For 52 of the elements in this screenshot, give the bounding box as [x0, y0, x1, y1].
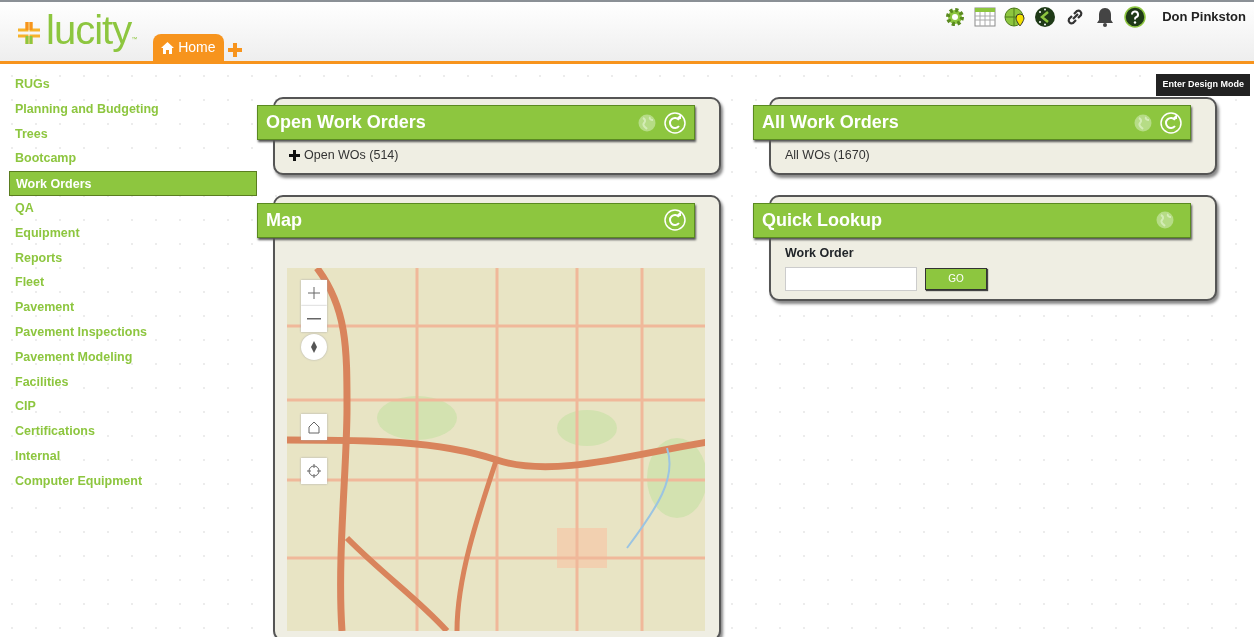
globe-icon[interactable] — [1134, 113, 1152, 132]
field-label: Work Order — [785, 244, 855, 262]
refresh-icon[interactable] — [664, 209, 686, 232]
sidebar-item[interactable]: Work Orders — [9, 171, 257, 196]
sidebar-item[interactable]: QA — [0, 196, 257, 221]
sidebar-item[interactable]: Certifications — [0, 419, 257, 444]
globe-icon[interactable] — [638, 113, 656, 132]
sidebar-item[interactable]: Equipment — [0, 220, 257, 246]
sidebar-item[interactable]: Reports — [0, 245, 257, 271]
crosshair-icon — [307, 463, 321, 478]
home-tab[interactable]: Home — [153, 34, 224, 61]
logo-text: lucity — [46, 10, 132, 50]
minus-icon — [307, 317, 321, 320]
globe-pin-icon[interactable] — [1004, 6, 1027, 28]
dial-icon[interactable] — [1034, 6, 1057, 28]
widget-title: All Work Orders — [762, 111, 899, 134]
list-link[interactable]: Open WOs (514) — [304, 146, 399, 165]
widget-title: Open Work Orders — [266, 111, 426, 134]
locate-button[interactable] — [301, 457, 327, 484]
go-button[interactable]: GO — [925, 267, 987, 290]
help-icon[interactable] — [1124, 6, 1147, 28]
sidebar-item[interactable]: Facilities — [0, 369, 257, 395]
home-icon — [161, 41, 175, 54]
sidebar-item[interactable]: Pavement — [0, 295, 257, 320]
home-button[interactable] — [301, 413, 327, 440]
user-name[interactable]: Don Pinkston — [1162, 7, 1246, 27]
sidebar-item[interactable]: Trees — [0, 121, 257, 147]
sidebar-item[interactable]: RUGs — [0, 72, 257, 97]
refresh-icon[interactable] — [664, 111, 686, 134]
sidebar-item[interactable]: CIP — [0, 394, 257, 420]
sidebar-item[interactable]: Internal — [0, 443, 257, 469]
home-icon — [307, 419, 321, 434]
input-field[interactable] — [785, 266, 917, 291]
plus-icon — [307, 285, 321, 300]
logo-icon — [16, 20, 42, 46]
sidebar-item[interactable]: Pavement Modeling — [0, 344, 257, 370]
tooltip: Enter Design Mode — [1156, 74, 1250, 96]
sidebar-item[interactable]: Pavement Inspections — [0, 319, 257, 345]
globe-icon[interactable] — [1156, 211, 1174, 230]
calendar-icon[interactable] — [974, 6, 997, 28]
add-tab-icon[interactable] — [227, 43, 242, 57]
settings-icon[interactable] — [944, 6, 967, 28]
plus-icon[interactable] — [289, 149, 300, 161]
sidebar-item[interactable]: Planning and Budgeting — [0, 96, 257, 122]
zoom-in-button[interactable] — [301, 279, 327, 306]
sidebar-item[interactable]: Fleet — [0, 270, 257, 296]
sidebar-item[interactable]: Bootcamp — [0, 146, 257, 172]
refresh-icon[interactable] — [1160, 111, 1182, 134]
widget-title: Quick Lookup — [762, 208, 882, 232]
sidebar-item[interactable]: Computer Equipment — [0, 468, 257, 494]
widget-title: Map — [266, 208, 302, 232]
list-link[interactable]: All WOs (1670) — [785, 146, 870, 165]
